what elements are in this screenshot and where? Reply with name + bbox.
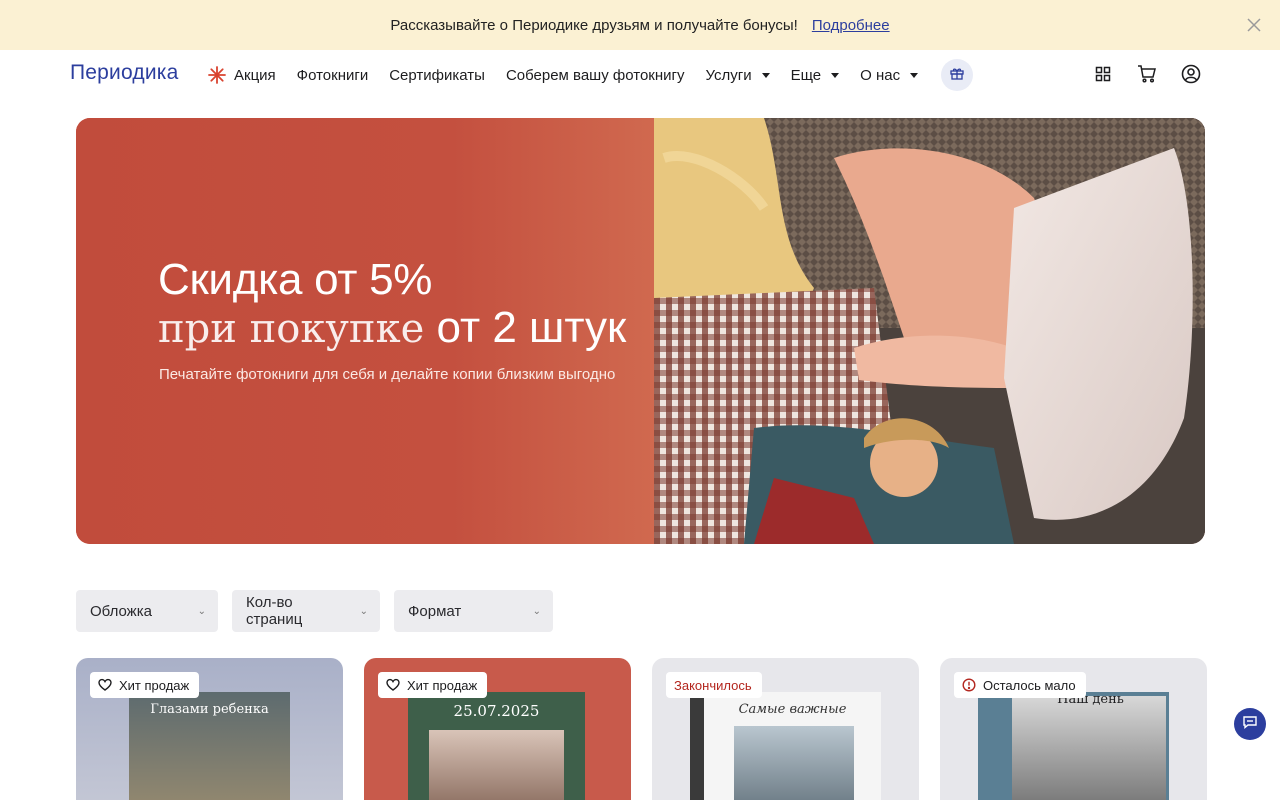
chevron-down-icon <box>831 73 840 78</box>
nav-label-sale: Акция <box>234 66 276 84</box>
product-badge: Хит продаж <box>378 672 488 698</box>
product-card[interactable]: Хит продаж Глазами ребенка <box>76 658 343 800</box>
chat-button[interactable] <box>1234 708 1266 740</box>
nav-item-assemble[interactable]: Соберем вашу фотокнигу <box>506 67 685 84</box>
cover-photo <box>734 726 854 800</box>
chevron-down-icon: ⌄ <box>532 605 541 617</box>
filter-pages[interactable]: Кол-во страниц ⌄ <box>232 590 380 632</box>
product-badge-label: Осталось мало <box>983 677 1076 693</box>
hero-title-strong: от 2 штук <box>436 303 627 352</box>
nav-item-sale[interactable]: Акция <box>208 66 276 84</box>
chevron-down-icon <box>761 73 770 78</box>
cover-title: Самые важные <box>738 702 847 717</box>
hero-subtitle: Печатайте фотокниги для себя и делайте к… <box>159 366 616 383</box>
gift-button[interactable] <box>941 59 974 91</box>
site-header: Периодика Акция Фотокниги Сертификаты Со… <box>0 50 1280 100</box>
promo-more-link[interactable]: Подробнее <box>812 17 890 34</box>
close-icon[interactable] <box>1244 15 1264 35</box>
hero-photo <box>654 118 1205 544</box>
main-nav: Акция Фотокниги Сертификаты Соберем вашу… <box>208 50 974 100</box>
nav-item-services[interactable]: Услуги <box>705 66 770 84</box>
nav-item-photobooks[interactable]: Фотокниги <box>297 67 369 84</box>
filter-format[interactable]: Формат ⌄ <box>394 590 553 632</box>
nav-label-certificates: Сертификаты <box>389 66 485 84</box>
nav-label-photobooks: Фотокниги <box>296 66 369 84</box>
filter-cover-label: Обложка <box>90 602 152 620</box>
nav-label-services: Услуги <box>705 66 752 84</box>
cover-title: Глазами ребенка <box>150 702 269 717</box>
hero-banner[interactable]: Скидка от 5% при покупке от 2 штук Печат… <box>76 118 1205 544</box>
nav-label-more: Еще <box>790 66 822 84</box>
filter-pages-label: Кол-во страниц <box>246 594 303 628</box>
product-badge-label: Хит продаж <box>119 677 190 693</box>
product-badge-label: Закончилось <box>674 677 752 693</box>
product-badge: Хит продаж <box>90 672 200 698</box>
account-icon[interactable] <box>1180 63 1202 85</box>
heart-icon <box>386 678 400 692</box>
product-cover: Самые важные <box>690 692 881 800</box>
promo-text: Рассказывайте о Периодике друзьям и полу… <box>390 16 798 34</box>
heart-icon <box>98 678 112 692</box>
cart-icon[interactable] <box>1136 63 1158 85</box>
product-cover: Глазами ребенка <box>129 692 290 800</box>
chevron-down-icon: ⌄ <box>197 605 206 617</box>
product-badge: Закончилось <box>666 672 762 698</box>
nav-item-certificates[interactable]: Сертификаты <box>389 67 485 84</box>
promo-banner: Рассказывайте о Периодике друзьям и полу… <box>0 0 1280 50</box>
product-card[interactable]: Хит продаж 25.07.2025 <box>364 658 631 800</box>
star-icon <box>208 66 226 84</box>
product-cover: 25.07.2025 <box>408 692 585 800</box>
product-grid: Хит продаж Глазами ребенка Хит продаж 25… <box>76 658 1207 800</box>
hero-title-serif: при покупке <box>158 306 425 352</box>
nav-label-about: О нас <box>860 66 901 84</box>
gift-icon <box>949 65 965 85</box>
cover-photo <box>429 730 564 800</box>
alert-circle-icon <box>962 678 976 692</box>
nav-label-assemble: Соберем вашу фотокнигу <box>505 66 685 84</box>
header-actions <box>1092 63 1202 85</box>
product-card[interactable]: Осталось мало Наш день <box>940 658 1207 800</box>
hero-title: Скидка от 5% <box>158 255 433 304</box>
cover-title: 25.07.2025 <box>453 702 540 720</box>
cover-photo <box>1012 696 1166 800</box>
product-badge-label: Хит продаж <box>407 677 478 693</box>
product-badge: Осталось мало <box>954 672 1086 698</box>
nav-item-about[interactable]: О нас <box>860 66 919 84</box>
grid-icon[interactable] <box>1092 63 1114 85</box>
product-card[interactable]: Закончилось Самые важные <box>652 658 919 800</box>
filters-bar: Обложка ⌄ Кол-во страниц ⌄ Формат ⌄ <box>76 590 553 632</box>
nav-item-more[interactable]: Еще <box>791 67 840 84</box>
product-cover: Наш день <box>978 692 1169 800</box>
logo[interactable]: Периодика <box>70 61 179 85</box>
chevron-down-icon <box>910 73 919 78</box>
hero-text-panel: Скидка от 5% при покупке от 2 штук Печат… <box>76 118 654 544</box>
filter-cover[interactable]: Обложка ⌄ <box>76 590 218 632</box>
chevron-down-icon: ⌄ <box>359 605 368 617</box>
filter-format-label: Формат <box>408 602 462 620</box>
hero-title-line2: при покупке от 2 штук <box>158 304 626 353</box>
chat-icon <box>1242 714 1258 735</box>
